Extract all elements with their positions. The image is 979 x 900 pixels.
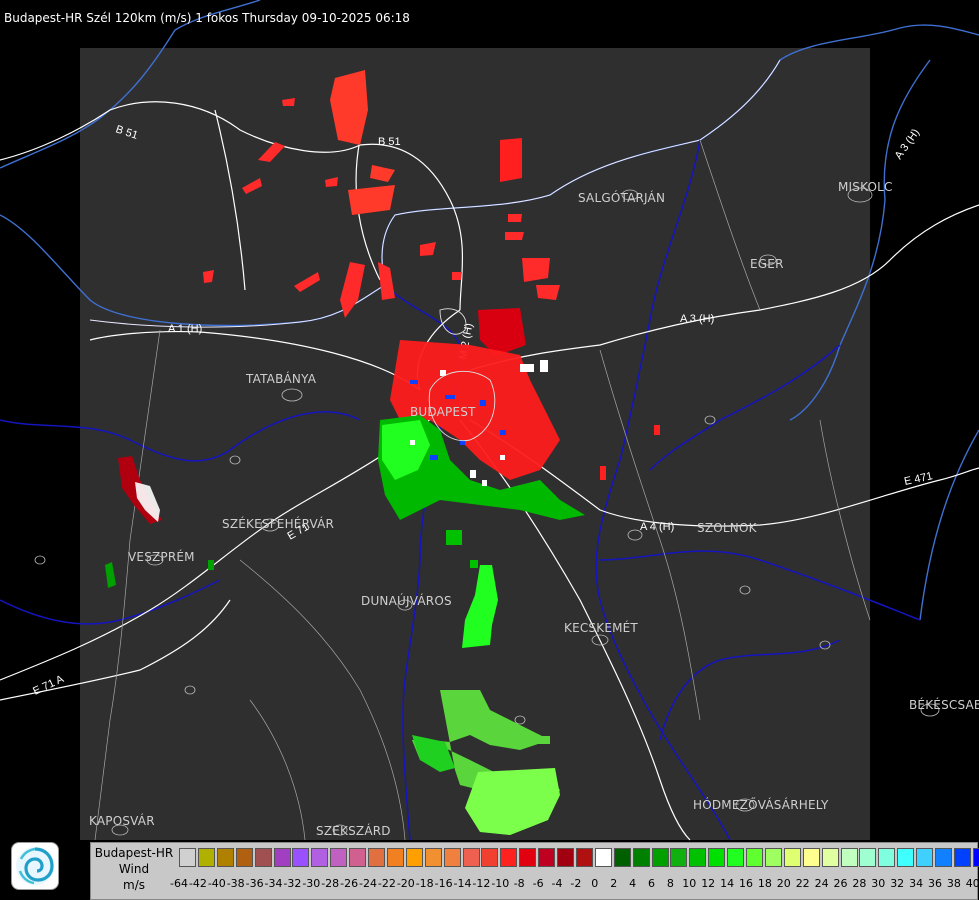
legend-swatch xyxy=(916,848,934,867)
legend-swatch xyxy=(273,848,291,867)
legend-swatch xyxy=(557,848,574,867)
city-label-eger: EGER xyxy=(750,257,784,271)
legend-swatch xyxy=(783,848,801,867)
legend-swatch xyxy=(670,848,688,867)
legend-swatch xyxy=(897,848,915,867)
city-label-bekescsaba: BÉKÉSCSABA xyxy=(909,698,979,712)
legend-swatch xyxy=(538,848,556,867)
legend-title-line: m/s xyxy=(123,878,145,892)
road-label-a3: A 3 (H) xyxy=(680,313,714,325)
legend-swatch xyxy=(443,848,461,867)
legend-swatch xyxy=(424,848,442,867)
legend-swatch xyxy=(197,848,215,867)
legend-swatch xyxy=(972,848,979,867)
legend-swatch xyxy=(500,848,518,867)
city-label-budapest: BUDAPEST xyxy=(410,405,476,419)
legend-swatch xyxy=(878,848,896,867)
legend-swatch xyxy=(481,848,499,867)
legend-title: Budapest-HR Wind m/s xyxy=(91,845,177,893)
road-label-b51b: B 51 xyxy=(378,136,401,148)
legend-swatch xyxy=(216,848,234,867)
legend-swatch xyxy=(292,848,310,867)
legend-swatch xyxy=(689,848,707,867)
radar-viewer: B 51 B 51 A 1 (H) A 3 (H) A 3 (H) A 4 (H… xyxy=(0,0,979,900)
city-label-tatabanya: TATABÁNYA xyxy=(246,372,317,386)
legend-swatch xyxy=(651,848,669,867)
legend-swatch xyxy=(575,848,593,867)
wind-legend: Budapest-HR Wind m/s -64 -42 -40 -38 -36 -34-… xyxy=(90,842,979,900)
city-label-salgotarjan: SALGÓTARJÁN xyxy=(578,191,666,205)
legend-swatch xyxy=(405,848,423,867)
legend-title-line: Budapest-HR xyxy=(94,846,174,860)
legend-swatch xyxy=(330,848,348,867)
omsz-logo xyxy=(11,842,59,890)
legend-title-line: Wind xyxy=(118,862,150,876)
legend-swatch xyxy=(386,848,404,867)
road-label-a1: A 1 (H) xyxy=(168,323,202,335)
legend-swatch xyxy=(632,848,650,867)
city-label-dunaujvaros: DUNAÚJVÁROS xyxy=(361,594,452,608)
legend-tick-label: 40 xyxy=(965,877,979,890)
legend-swatch xyxy=(594,848,612,867)
legend-swatch xyxy=(519,848,537,867)
legend-swatch xyxy=(368,848,385,867)
city-label-kaposvar: KAPOSVÁR xyxy=(89,814,155,828)
legend-swatch xyxy=(613,848,631,867)
city-label-hodmezovasarhely: HÓDMEZŐVÁSÁRHELY xyxy=(693,798,829,812)
legend-swatch xyxy=(179,848,196,867)
legend-swatch xyxy=(859,848,877,867)
city-label-miskolc: MISKOLC xyxy=(838,180,893,194)
legend-swatch xyxy=(953,848,971,867)
road-label-a4: A 4 (H) xyxy=(640,521,674,533)
city-label-szekszard: SZEKSZÁRD xyxy=(316,824,391,838)
legend-swatch xyxy=(802,848,820,867)
legend-swatch xyxy=(764,848,782,867)
legend-swatch xyxy=(235,848,253,867)
legend-swatch xyxy=(727,848,745,867)
city-label-kecskemet: KECSKEMÉT xyxy=(564,621,638,635)
city-label-szekesfehervar: SZÉKESFEHÉRVÁR xyxy=(222,517,335,531)
legend-swatch xyxy=(311,848,329,867)
city-label-veszprem: VESZPRÉM xyxy=(128,550,195,564)
swirl-logo-icon xyxy=(16,847,54,885)
map-title: Budapest-HR Szél 120km (m/s) 1 fokos Thu… xyxy=(4,11,410,25)
city-label-szolnok: SZOLNOK xyxy=(697,521,757,535)
legend-swatch xyxy=(840,848,858,867)
legend-swatch xyxy=(821,848,839,867)
legend-swatch xyxy=(254,848,272,867)
legend-swatch xyxy=(935,848,952,867)
legend-swatch xyxy=(746,848,763,867)
radar-map[interactable]: B 51 B 51 A 1 (H) A 3 (H) A 3 (H) A 4 (H… xyxy=(0,0,979,900)
legend-swatch xyxy=(349,848,367,867)
legend-swatch xyxy=(708,848,726,867)
legend-swatch xyxy=(462,848,480,867)
